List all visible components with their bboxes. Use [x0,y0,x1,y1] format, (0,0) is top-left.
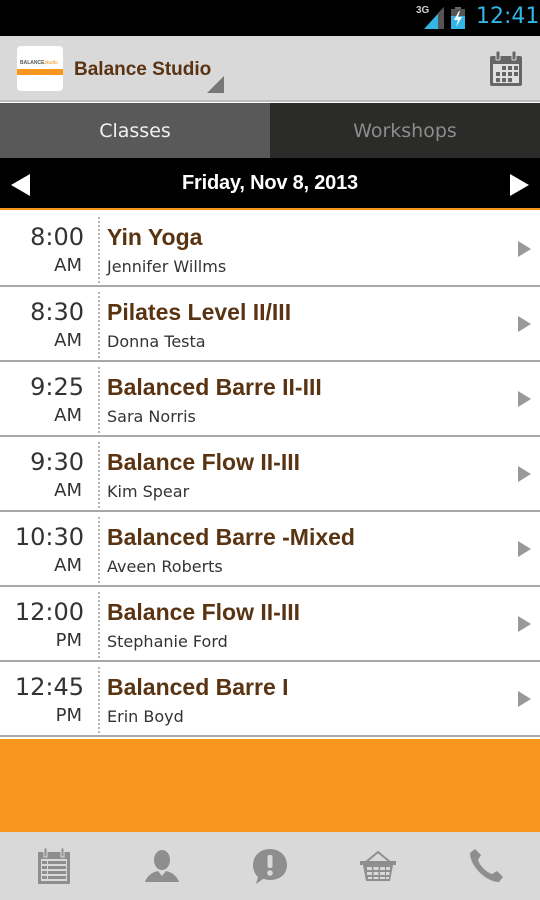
nav-alerts[interactable] [216,832,324,900]
class-ampm: AM [54,330,82,351]
battery-charging-icon [451,7,465,29]
tab-workshops[interactable]: Workshops [270,103,540,158]
phone-icon [470,849,503,882]
nav-schedule[interactable] [0,832,108,900]
class-name: Balanced Barre I [107,674,289,700]
class-list: 8:00 AM Yin Yoga Jennifer Willms 8:30 AM… [0,212,540,737]
bottom-nav [0,832,540,900]
logo-band [17,69,63,75]
action-bar: BALANCEstudio Balance Studio [0,36,540,102]
class-ampm: AM [54,555,82,576]
class-row[interactable]: 12:00 PM Balance Flow II-III Stephanie F… [0,587,540,662]
shop-basket-icon [360,850,396,881]
tab-bar: Classes Workshops [0,103,540,158]
signal-icon [424,7,444,29]
alert-icon [253,849,287,884]
next-day-arrow-icon[interactable] [510,174,529,196]
chevron-right-icon [518,691,531,707]
dotted-divider [98,367,100,433]
dotted-divider [98,592,100,658]
class-row[interactable]: 8:00 AM Yin Yoga Jennifer Willms [0,212,540,287]
dotted-divider [98,517,100,583]
calendar-icon[interactable] [488,50,524,88]
class-time: 9:30 [30,448,84,476]
class-teacher: Erin Boyd [107,707,184,726]
class-row[interactable]: 9:30 AM Balance Flow II-III Kim Spear [0,437,540,512]
class-name: Balanced Barre II-III [107,374,322,400]
class-teacher: Sara Norris [107,407,196,426]
class-teacher: Donna Testa [107,332,206,351]
chevron-right-icon [518,391,531,407]
orange-banner [0,739,540,832]
status-clock: 12:41 [476,4,540,29]
logo-text-accent: studio [44,60,58,66]
app-title[interactable]: Balance Studio [74,59,211,81]
class-time: 8:00 [30,223,84,251]
class-name: Yin Yoga [107,224,203,250]
class-ampm: PM [55,630,82,651]
dropdown-indicator-icon[interactable] [207,76,224,93]
chevron-right-icon [518,466,531,482]
chevron-right-icon [518,616,531,632]
chevron-right-icon [518,316,531,332]
class-time: 8:30 [30,298,84,326]
class-teacher: Kim Spear [107,482,190,501]
class-teacher: Aveen Roberts [107,557,223,576]
class-row[interactable]: 8:30 AM Pilates Level II/III Donna Testa [0,287,540,362]
class-row[interactable]: 12:45 PM Balanced Barre I Erin Boyd [0,662,540,737]
class-row[interactable]: 10:30 AM Balanced Barre -Mixed Aveen Rob… [0,512,540,587]
class-row[interactable]: 9:25 AM Balanced Barre II-III Sara Norri… [0,362,540,437]
class-name: Balanced Barre -Mixed [107,524,355,550]
class-time: 9:25 [30,373,84,401]
class-time: 10:30 [14,523,84,551]
nav-staff[interactable] [108,832,216,900]
status-bar: 3G 12:41 [0,0,540,36]
tab-classes[interactable]: Classes [0,103,270,158]
current-date: Friday, Nov 8, 2013 [182,172,358,194]
nav-call[interactable] [432,832,540,900]
dotted-divider [98,442,100,508]
class-ampm: PM [55,705,82,726]
logo-text-main: BALANCE [20,60,45,66]
date-navigator: Friday, Nov 8, 2013 [0,158,540,210]
dotted-divider [98,667,100,733]
class-ampm: AM [54,255,82,276]
class-name: Balance Flow II-III [107,449,300,475]
dotted-divider [98,217,100,283]
schedule-icon [38,847,70,884]
dotted-divider [98,292,100,358]
class-ampm: AM [54,405,82,426]
class-time: 12:00 [14,598,84,626]
class-name: Balance Flow II-III [107,599,300,625]
class-name: Pilates Level II/III [107,299,292,325]
class-teacher: Stephanie Ford [107,632,228,651]
logo-text: BALANCEstudio [20,60,58,66]
nav-shop[interactable] [324,832,432,900]
staff-icon [145,850,179,882]
chevron-right-icon [518,241,531,257]
class-teacher: Jennifer Willms [107,257,227,276]
studio-logo[interactable]: BALANCEstudio [17,46,63,91]
class-time: 12:45 [14,673,84,701]
chevron-right-icon [518,541,531,557]
class-ampm: AM [54,480,82,501]
